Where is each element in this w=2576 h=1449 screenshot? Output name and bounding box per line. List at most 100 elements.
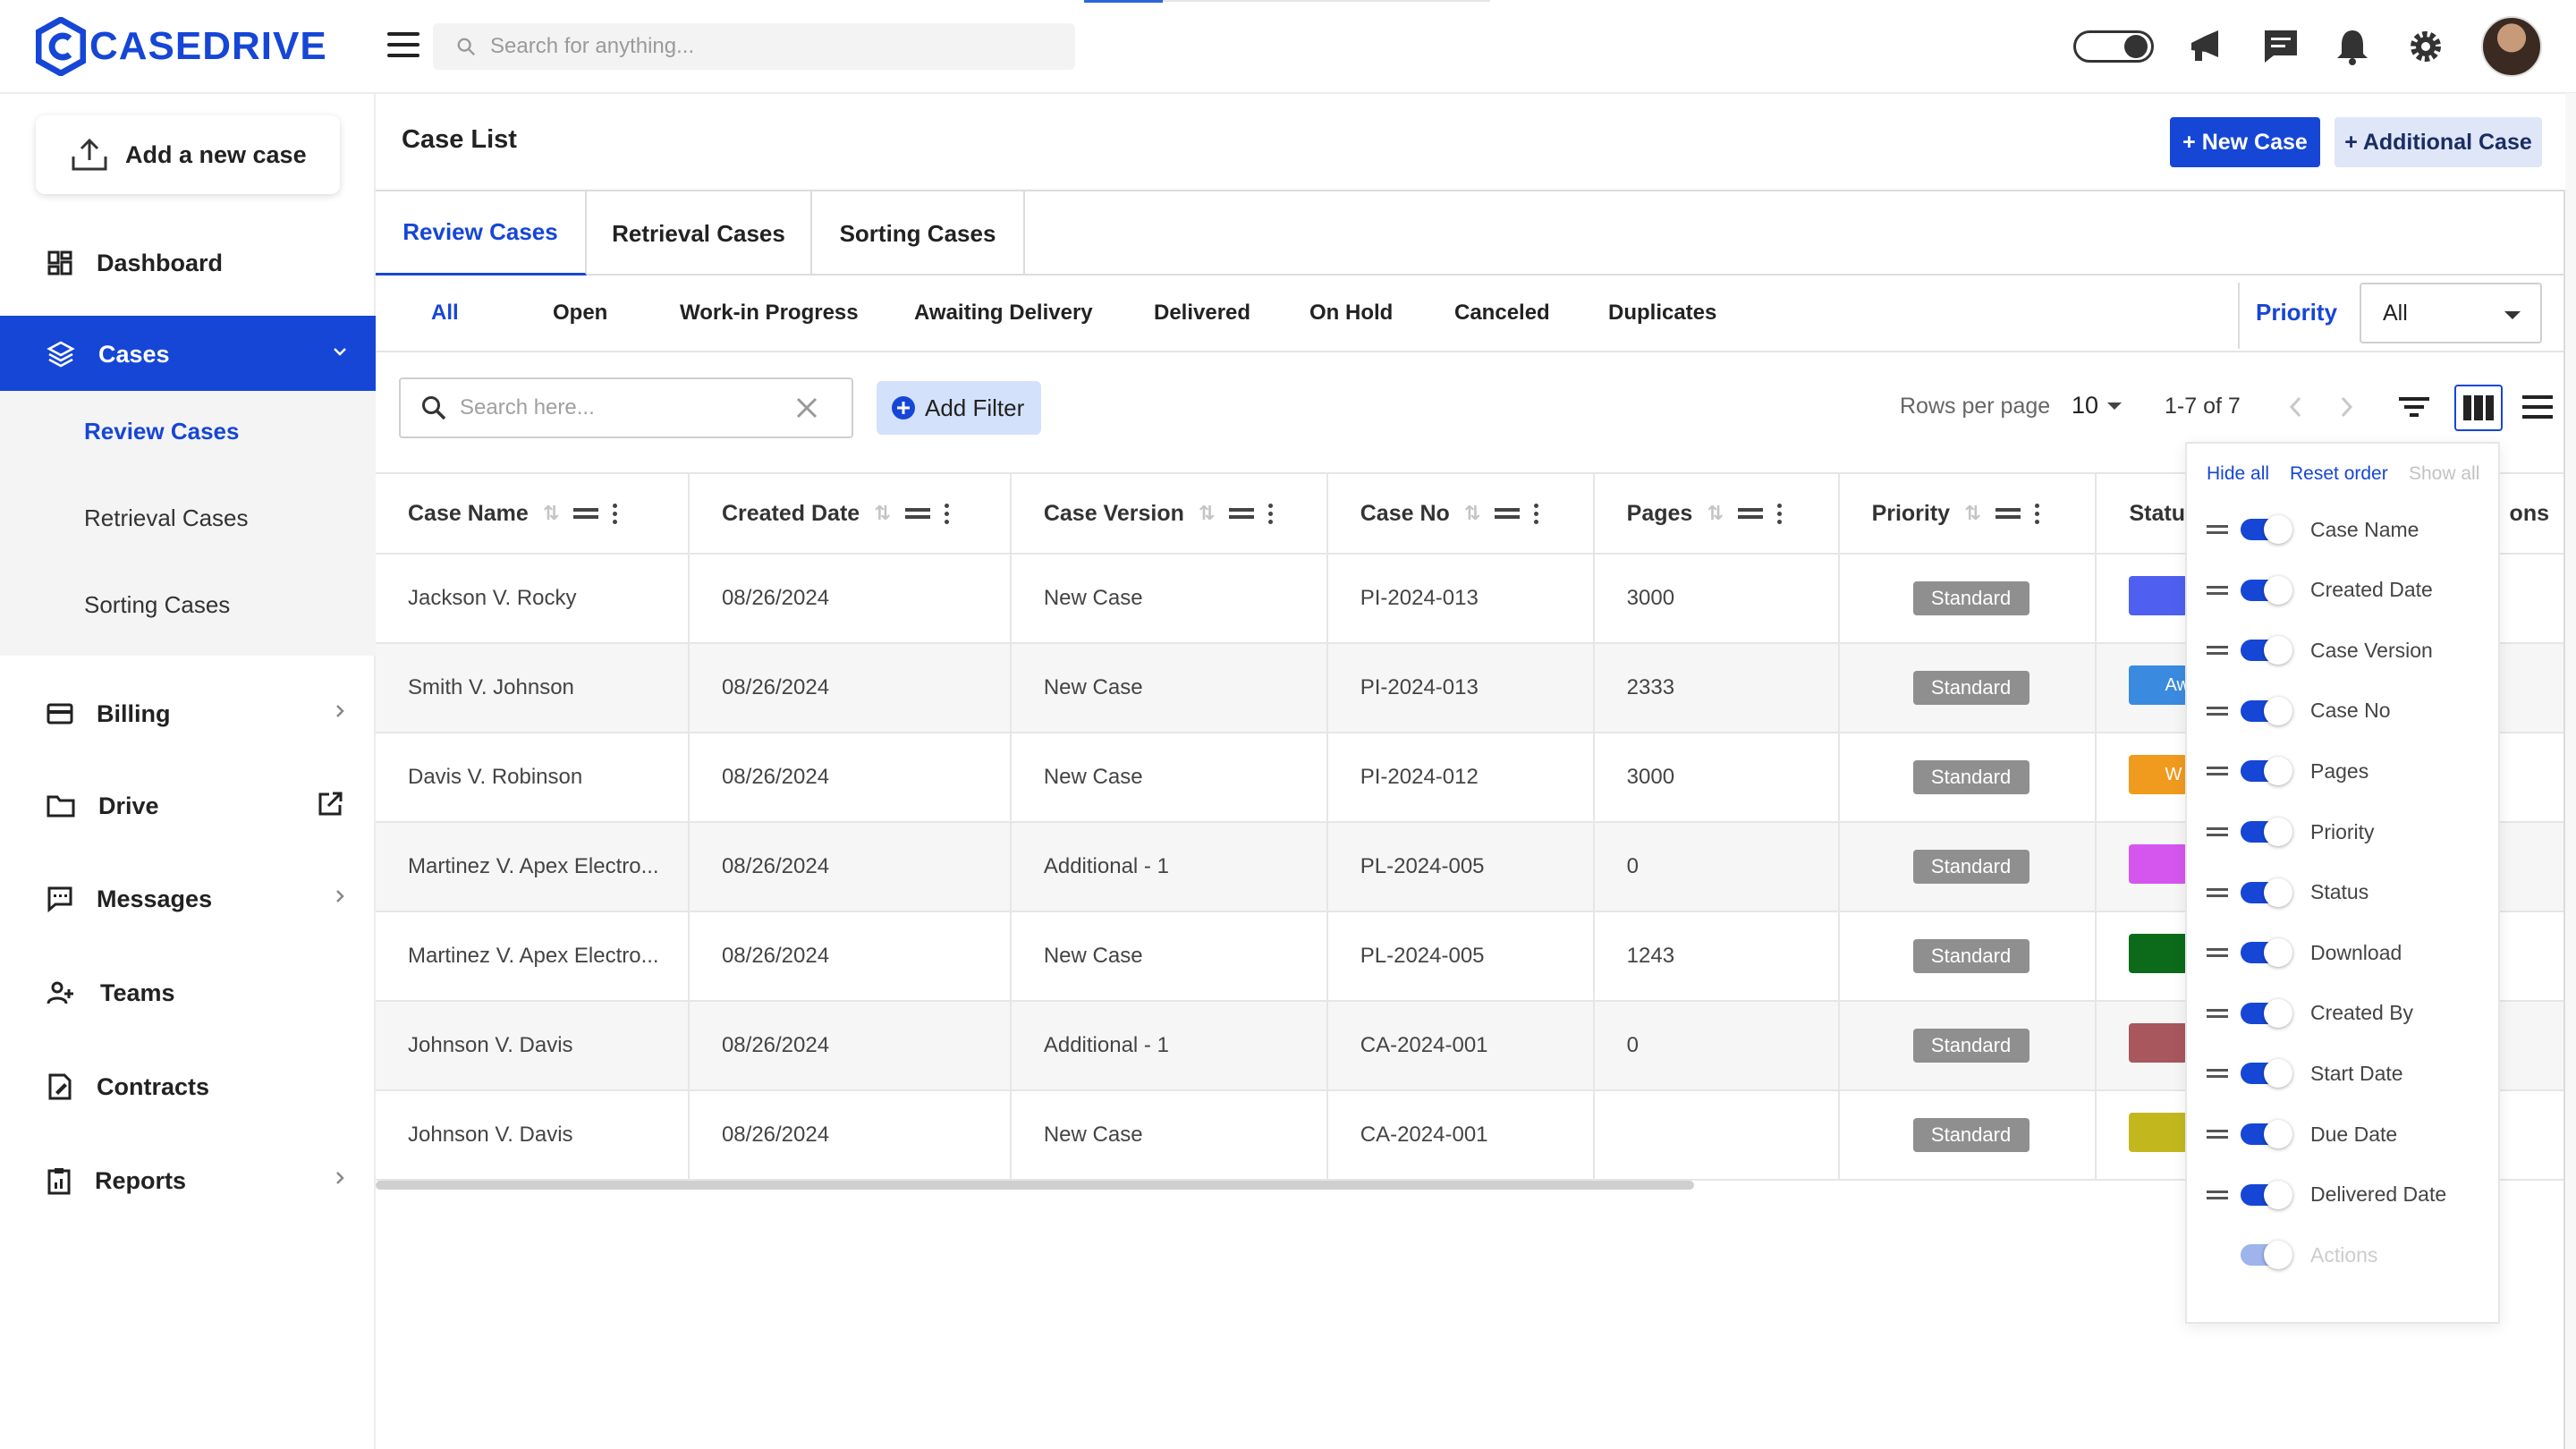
- add-filter-button[interactable]: Add Filter: [877, 381, 1041, 435]
- drag-handle-icon[interactable]: [2207, 1187, 2228, 1203]
- horizontal-scrollbar[interactable]: [376, 1181, 1694, 1190]
- sort-icon[interactable]: ⇅: [1464, 502, 1480, 525]
- columns-icon[interactable]: [2454, 385, 2503, 431]
- drag-handle-icon[interactable]: [1737, 504, 1763, 522]
- column-visibility-switch[interactable]: [2241, 877, 2292, 907]
- status-filter-open[interactable]: Open: [553, 301, 607, 326]
- drag-handle-icon[interactable]: [2207, 582, 2228, 598]
- sidebar-subitem-sorting-cases[interactable]: Sorting Cases: [84, 591, 230, 619]
- drag-handle-icon[interactable]: [573, 504, 599, 522]
- status-badge[interactable]: Aw: [2129, 665, 2189, 705]
- column-visibility-switch[interactable]: [2241, 818, 2292, 846]
- megaphone-icon[interactable]: [2186, 27, 2225, 66]
- status-filter-delivered[interactable]: Delivered: [1154, 301, 1250, 326]
- status-badge[interactable]: W: [2129, 754, 2189, 794]
- status-badge[interactable]: [2129, 933, 2189, 973]
- global-search[interactable]: [433, 23, 1075, 70]
- bell-icon[interactable]: [2333, 27, 2372, 66]
- drag-handle-icon[interactable]: [904, 504, 930, 522]
- chat-icon[interactable]: [2261, 27, 2301, 66]
- column-visibility-switch[interactable]: [2241, 998, 2292, 1028]
- sort-icon[interactable]: ⇅: [1964, 502, 1980, 525]
- rows-per-page-select[interactable]: 10: [2072, 392, 2123, 419]
- tab-review-cases[interactable]: Review Cases: [376, 191, 587, 275]
- kebab-menu-icon[interactable]: [1268, 503, 1274, 524]
- column-header-case-version[interactable]: Case Version ⇅: [1010, 472, 1328, 555]
- kebab-menu-icon[interactable]: [2034, 503, 2039, 524]
- page-scrollbar[interactable]: [2565, 93, 2576, 1449]
- column-visibility-switch[interactable]: [2241, 1120, 2292, 1148]
- kebab-menu-icon[interactable]: [944, 503, 949, 524]
- drag-handle-icon[interactable]: [1995, 504, 2021, 522]
- column-header-case-no[interactable]: Case No ⇅: [1326, 472, 1595, 555]
- sidebar-item-drive[interactable]: Drive: [0, 767, 376, 844]
- tab-retrieval-cases[interactable]: Retrieval Cases: [587, 191, 812, 275]
- status-badge[interactable]: [2129, 843, 2189, 884]
- status-filter-canceled[interactable]: Canceled: [1454, 301, 1550, 326]
- gear-icon[interactable]: [2406, 27, 2445, 66]
- kebab-menu-icon[interactable]: [613, 503, 618, 524]
- drag-handle-icon[interactable]: [2207, 945, 2228, 961]
- additional-case-button[interactable]: + Additional Case: [2334, 117, 2542, 167]
- column-visibility-switch[interactable]: [2241, 515, 2292, 544]
- sidebar-item-messages[interactable]: Messages: [0, 860, 376, 937]
- drag-handle-icon[interactable]: [2207, 1065, 2228, 1081]
- sidebar-item-contracts[interactable]: Contracts: [0, 1048, 376, 1125]
- hide-all-link[interactable]: Hide all: [2207, 463, 2269, 485]
- sidebar-item-reports[interactable]: Reports: [0, 1142, 376, 1219]
- drag-handle-icon[interactable]: [2207, 763, 2228, 779]
- sidebar-subitem-review-cases[interactable]: Review Cases: [84, 418, 239, 445]
- drag-handle-icon[interactable]: [2207, 1126, 2228, 1142]
- column-visibility-switch[interactable]: [2241, 636, 2292, 665]
- close-icon[interactable]: [794, 395, 819, 420]
- table-search[interactable]: [399, 377, 853, 438]
- kebab-menu-icon[interactable]: [1776, 503, 1782, 524]
- column-header-priority[interactable]: Priority ⇅: [1838, 472, 2097, 555]
- column-header-created-date[interactable]: Created Date ⇅: [688, 472, 1012, 555]
- new-case-button[interactable]: + New Case: [2170, 117, 2320, 167]
- status-filter-on-hold[interactable]: On Hold: [1309, 301, 1393, 326]
- kebab-menu-icon[interactable]: [1534, 503, 1539, 524]
- sort-icon[interactable]: ⇅: [1707, 502, 1723, 525]
- sidebar-item-dashboard[interactable]: Dashboard: [0, 225, 376, 301]
- next-page-icon[interactable]: [2334, 394, 2358, 420]
- sidebar-item-billing[interactable]: Billing: [0, 675, 376, 752]
- add-new-case-button[interactable]: Add a new case: [36, 115, 340, 194]
- drag-handle-icon[interactable]: [1229, 504, 1255, 522]
- density-icon[interactable]: [2517, 386, 2558, 428]
- sort-icon[interactable]: ⇅: [874, 502, 890, 525]
- column-visibility-switch[interactable]: [2241, 757, 2292, 786]
- drag-handle-icon[interactable]: [2207, 642, 2228, 658]
- sort-icon[interactable]: ⇅: [1199, 502, 1215, 525]
- menu-toggle-icon[interactable]: [387, 32, 419, 59]
- tab-sorting-cases[interactable]: Sorting Cases: [812, 191, 1025, 275]
- status-filter-work-in-progress[interactable]: Work-in Progress: [680, 301, 859, 326]
- column-visibility-switch[interactable]: [2241, 1059, 2292, 1089]
- status-badge[interactable]: [2129, 1112, 2189, 1152]
- sidebar-subitem-retrieval-cases[interactable]: Retrieval Cases: [84, 504, 249, 532]
- brand-logo[interactable]: CASEDRIVE: [36, 16, 327, 77]
- drag-handle-icon[interactable]: [2207, 521, 2228, 538]
- theme-toggle-icon[interactable]: [2073, 30, 2154, 63]
- status-badge[interactable]: [2129, 1022, 2189, 1063]
- prev-page-icon[interactable]: [2284, 394, 2308, 420]
- drag-handle-icon[interactable]: [2207, 1005, 2228, 1021]
- drag-handle-icon[interactable]: [1495, 504, 1521, 522]
- column-header-pages[interactable]: Pages ⇅: [1593, 472, 1840, 555]
- drag-handle-icon[interactable]: [2207, 703, 2228, 719]
- column-visibility-switch[interactable]: [2241, 696, 2292, 725]
- drag-handle-icon[interactable]: [2207, 824, 2228, 840]
- global-search-input[interactable]: [490, 34, 1027, 59]
- column-visibility-switch[interactable]: [2241, 575, 2292, 605]
- table-search-input[interactable]: [460, 395, 782, 420]
- column-visibility-switch[interactable]: [2241, 1180, 2292, 1209]
- sort-icon[interactable]: ⇅: [543, 502, 559, 525]
- status-filter-duplicates[interactable]: Duplicates: [1608, 301, 1716, 326]
- avatar[interactable]: [2481, 16, 2542, 77]
- external-link-icon[interactable]: [317, 791, 343, 818]
- column-header-case-name[interactable]: Case Name ⇅: [376, 472, 690, 555]
- status-filter-all[interactable]: All: [431, 301, 459, 326]
- sidebar-item-cases[interactable]: Cases: [0, 316, 376, 393]
- status-filter-awaiting-delivery[interactable]: Awaiting Delivery: [914, 301, 1093, 326]
- column-visibility-switch[interactable]: [2241, 938, 2292, 968]
